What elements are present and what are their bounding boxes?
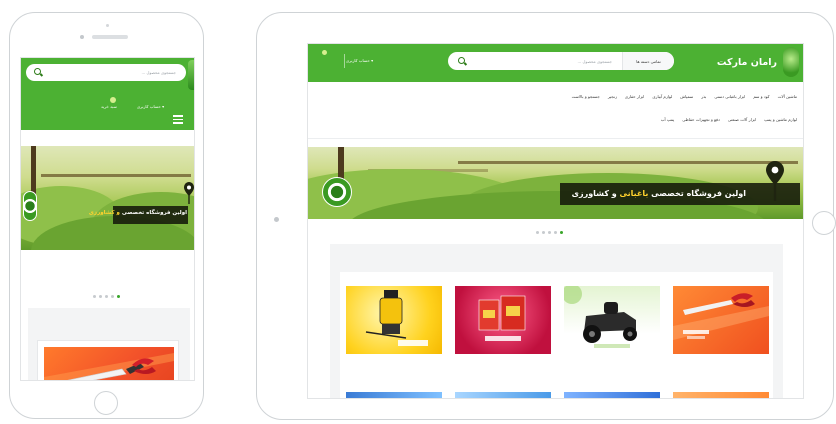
tablet-home-button[interactable] [812, 211, 836, 235]
basket-link[interactable]: سبد خرید [101, 104, 117, 109]
basket-count-badge [322, 50, 327, 55]
basket-count-badge [110, 97, 116, 103]
logo-icon [188, 60, 194, 90]
lawn-tractor-icon [564, 286, 637, 348]
banner-text: اولین فروشگاه تخصصی [651, 189, 746, 198]
nav-item[interactable]: ابزار حفاری [625, 94, 645, 99]
product-image[interactable] [44, 347, 174, 380]
category-select[interactable]: تمامی دسته ها [622, 52, 674, 70]
account-menu[interactable]: حساب کاربری ▾ [137, 104, 164, 109]
banner-text-end: و کشاورزی [571, 189, 617, 198]
nav-item[interactable]: کود و سم [753, 94, 769, 99]
nav-item[interactable]: دفع و تجهیزات حفاظی [682, 117, 720, 122]
logo-icon[interactable] [783, 47, 799, 77]
category-nav-row-2: لوازم ماشین و پمپ ابزار آلات صنعتی دفع و… [661, 117, 797, 122]
phone-camera [80, 35, 84, 39]
nav-item[interactable]: پمپ آب [661, 117, 675, 122]
tablet-header: رامان مارکت جستجوی محصول ... تمامی دسته … [308, 44, 803, 82]
nav-item[interactable]: جستجو و بالاست [572, 94, 600, 99]
banner-highlight-text: باغبانی [619, 189, 649, 198]
pressure-washer-icon [365, 290, 428, 346]
search-icon[interactable] [458, 56, 467, 66]
carousel-dot[interactable] [536, 231, 539, 234]
nav-item[interactable]: لوازم آبیاری [652, 94, 672, 99]
product-card-shears[interactable] [673, 286, 769, 354]
nav-item[interactable]: ماشین آلات [778, 94, 797, 99]
logo-seal-icon [322, 177, 352, 207]
tablet-screen: رامان مارکت جستجوی محصول ... تمامی دسته … [307, 43, 804, 399]
banner-highlight-text: و کشاورزی [88, 210, 120, 216]
product-card-pressure-washer[interactable] [346, 286, 442, 354]
carousel-dot-active[interactable] [560, 231, 563, 234]
nav-item[interactable]: ابزار باغبانی دستی [714, 94, 745, 99]
header-divider [344, 54, 345, 68]
product-card[interactable] [673, 392, 769, 398]
brand-name[interactable]: رامان مارکت [717, 57, 777, 68]
pruning-shears-icon [673, 293, 769, 340]
phone-header: جستجوی محصول ... سبد خرید حساب کاربری ▾ [21, 58, 194, 130]
product-card-tractor[interactable] [564, 286, 660, 354]
logo-seal-icon [23, 191, 37, 221]
tablet-camera [274, 217, 279, 222]
tablet-frame: رامان مارکت جستجوی محصول ... تمامی دسته … [256, 12, 836, 420]
carousel-dots[interactable] [93, 295, 120, 298]
category-nav: ماشین آلات کود و سم ابزار باغبانی دستی ب… [308, 82, 803, 138]
category-select-value: تمامی دسته ها [636, 58, 661, 64]
nav-item[interactable]: لوازم ماشین و پمپ [764, 117, 797, 122]
search-icon[interactable] [34, 68, 43, 77]
nav-item[interactable]: سمپاش [680, 94, 693, 99]
nav-item[interactable]: زنجیر [608, 94, 617, 99]
nav-item[interactable]: ابزار آلات صنعتی [728, 117, 756, 122]
device-showcase: جستجوی محصول ... سبد خرید حساب کاربری ▾ [0, 0, 836, 424]
carousel-dot[interactable] [93, 295, 96, 298]
phone-search-input[interactable]: جستجوی محصول ... [26, 64, 186, 81]
banner-text: اولین فروشگاه تخصصی [121, 210, 187, 216]
carousel-dot[interactable] [554, 231, 557, 234]
carousel-dot[interactable] [548, 231, 551, 234]
location-pin-icon [766, 161, 784, 201]
pruning-shears-icon [44, 353, 174, 380]
product-card-fertilizer[interactable] [455, 286, 551, 354]
carousel-dot[interactable] [105, 295, 108, 298]
phone-speaker [92, 35, 128, 39]
carousel-dot-active[interactable] [117, 295, 120, 298]
account-menu[interactable]: حساب کاربری ▾ [346, 58, 373, 63]
product-card[interactable] [346, 392, 442, 398]
product-card[interactable] [564, 392, 660, 398]
search-placeholder: جستجوی محصول ... [577, 59, 612, 64]
phone-sensor [106, 24, 109, 27]
nav-item[interactable]: بذر [701, 94, 706, 99]
tablet-hero-banner[interactable]: اولین فروشگاه تخصصی باغبانی و کشاورزی [308, 147, 803, 219]
nav-divider [308, 138, 803, 139]
search-placeholder: جستجوی محصول ... [141, 70, 176, 75]
phone-frame: جستجوی محصول ... سبد خرید حساب کاربری ▾ [9, 12, 204, 419]
tablet-search-input[interactable]: جستجوی محصول ... تمامی دسته ها [448, 52, 674, 70]
product-card[interactable] [455, 392, 551, 398]
phone-home-button[interactable] [94, 391, 118, 415]
phone-screen: جستجوی محصول ... سبد خرید حساب کاربری ▾ [20, 57, 195, 381]
hamburger-menu-icon[interactable] [173, 115, 183, 124]
carousel-dot[interactable] [542, 231, 545, 234]
location-pin-icon [184, 182, 194, 204]
carousel-dots[interactable] [536, 231, 563, 234]
carousel-dot[interactable] [111, 295, 114, 298]
phone-hero-banner[interactable]: اولین فروشگاه تخصصی و کشاورزی [21, 146, 194, 250]
product-card[interactable] [37, 340, 179, 380]
category-nav-row-1: ماشین آلات کود و سم ابزار باغبانی دستی ب… [572, 94, 797, 99]
fertilizer-bag-icon [478, 295, 526, 341]
carousel-dot[interactable] [99, 295, 102, 298]
